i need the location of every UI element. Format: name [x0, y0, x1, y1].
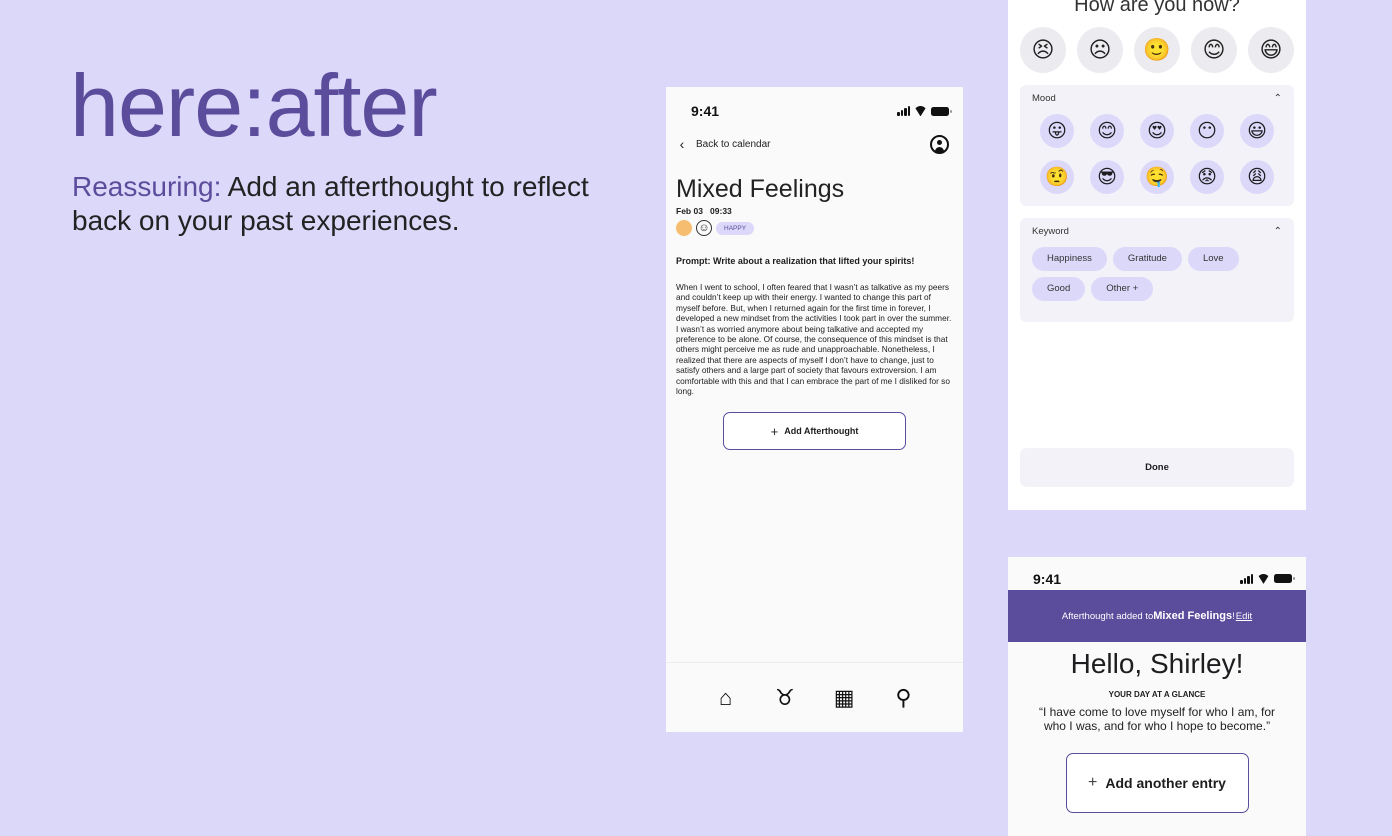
keyword-chips: Happiness Gratitude Love Good Other +	[1032, 247, 1252, 301]
brand-logo: here:after	[70, 56, 438, 155]
face-option[interactable]: ☹	[1077, 27, 1123, 73]
afterthought-banner: Afterthought added to Mixed Feelings ! E…	[1008, 590, 1306, 642]
status-bar: 9:41	[666, 87, 963, 123]
status-time: 9:41	[691, 103, 720, 119]
tagline: Reassuring: Add an afterthought to refle…	[72, 170, 632, 238]
entry-screen: 9:41 ‹ Back to calendar Mixed Feelings F…	[666, 87, 963, 732]
tagline-accent: Reassuring:	[72, 171, 222, 202]
keyword-card: Keyword ⌃ Happiness Gratitude Love Good …	[1020, 218, 1294, 322]
mood-badge: HAPPY	[716, 221, 755, 235]
chevron-left-icon: ‹	[679, 136, 685, 152]
face-option[interactable]: 😄	[1248, 27, 1294, 73]
back-to-calendar-button[interactable]: ‹ Back to calendar	[676, 136, 771, 152]
entry-title: Mixed Feelings	[676, 175, 845, 203]
add-entry-label: Add another entry	[1105, 775, 1226, 791]
keyword-chip[interactable]: Happiness	[1032, 247, 1107, 271]
entry-datetime: Feb 03 09:33	[676, 206, 953, 216]
mood-option[interactable]: 😍	[1140, 114, 1174, 148]
wifi-icon	[914, 106, 927, 116]
tab-bar: ⌂ ♉ ▦ ⚲	[666, 662, 963, 732]
status-icons	[897, 106, 952, 116]
mood-option[interactable]: 😊	[1090, 114, 1124, 148]
face-option[interactable]: 😊	[1191, 27, 1237, 73]
entry-time: 09:33	[710, 206, 732, 216]
keyword-header[interactable]: Keyword ⌃	[1032, 226, 1282, 237]
search-icon[interactable]: ⚲	[888, 685, 918, 711]
nav-bar: ‹ Back to calendar	[666, 123, 963, 157]
mood-grid: 😛 😊 😍 😶 😃 🤨 😎 🤤 😟 😩	[1032, 114, 1282, 194]
banner-prefix: Afterthought added to	[1061, 610, 1154, 622]
face-option[interactable]: 🙂	[1134, 27, 1180, 73]
mood-option[interactable]: 😟	[1190, 160, 1224, 194]
banner-suffix: !	[1232, 610, 1235, 622]
mood-option[interactable]: 😛	[1040, 114, 1074, 148]
mood-header[interactable]: Mood ⌃	[1032, 93, 1282, 104]
mood-option[interactable]: 🤤	[1140, 160, 1174, 194]
keyword-chip[interactable]: Love	[1187, 247, 1239, 271]
mood-label: Mood	[1032, 93, 1056, 104]
done-button[interactable]: Done	[1020, 448, 1294, 487]
add-another-entry-button[interactable]: + Add another entry	[1065, 753, 1249, 813]
home-screen: 9:41 Afterthought added to Mixed Feeling…	[1008, 557, 1306, 836]
banner-entry: Mixed Feelings	[1153, 610, 1233, 622]
keyword-chip-other[interactable]: Other +	[1091, 277, 1154, 301]
face-option[interactable]: 😣	[1020, 27, 1066, 73]
add-afterthought-label: Add Afterthought	[784, 426, 859, 437]
mood-question: How are you now?	[1074, 0, 1240, 16]
quick-face-row: 😣 ☹ 🙂 😊 😄	[1008, 27, 1306, 73]
mood-option[interactable]: 🤨	[1040, 160, 1074, 194]
entry-prompt: Prompt: Write about a realization that l…	[676, 256, 915, 266]
mood-screen: How are you now? 😣 ☹ 🙂 😊 😄 Mood ⌃ 😛 😊 😍 …	[1008, 0, 1306, 510]
glance-heading: YOUR DAY AT A GLANCE	[1108, 690, 1206, 699]
battery-icon	[1274, 574, 1295, 583]
plus-icon: +	[1088, 774, 1098, 791]
profile-icon[interactable]	[930, 134, 949, 154]
lotus-icon[interactable]: ♉	[770, 685, 800, 711]
chevron-up-icon[interactable]: ⌃	[1274, 226, 1282, 237]
color-dot	[676, 220, 692, 236]
mood-option[interactable]: 😶	[1190, 114, 1224, 148]
daily-quote: “I have come to love myself for who I am…	[1038, 705, 1276, 733]
entry-date: Feb 03	[676, 206, 703, 216]
mood-option[interactable]: 😃	[1240, 114, 1274, 148]
mood-option[interactable]: 😎	[1090, 160, 1124, 194]
signal-icon	[1240, 573, 1253, 584]
plus-icon: +	[770, 423, 779, 439]
back-label: Back to calendar	[696, 138, 771, 150]
signal-icon	[897, 106, 910, 116]
battery-icon	[931, 106, 952, 116]
calendar-icon[interactable]: ▦	[829, 685, 859, 711]
edit-link[interactable]: Edit	[1236, 611, 1252, 622]
add-afterthought-button[interactable]: + Add Afterthought	[723, 412, 906, 451]
entry-content: Mixed Feelings Feb 03 09:33 ☺ HAPPY Prom…	[666, 157, 963, 451]
wifi-icon	[1257, 574, 1270, 584]
status-icons	[1240, 573, 1295, 584]
status-bar: 9:41	[1008, 557, 1306, 590]
smile-icon: ☺	[696, 220, 712, 236]
chevron-up-icon[interactable]: ⌃	[1274, 93, 1282, 104]
keyword-chip[interactable]: Good	[1032, 277, 1086, 301]
greeting: Hello, Shirley!	[1070, 648, 1244, 679]
keyword-label: Keyword	[1032, 226, 1069, 237]
mood-card: Mood ⌃ 😛 😊 😍 😶 😃 🤨 😎 🤤 😟 😩	[1020, 85, 1294, 206]
status-time: 9:41	[1033, 570, 1062, 587]
entry-tags: ☺ HAPPY	[676, 220, 953, 236]
home-icon[interactable]: ⌂	[711, 685, 741, 711]
entry-body: When I went to school, I often feared th…	[676, 282, 952, 397]
keyword-chip[interactable]: Gratitude	[1112, 247, 1182, 271]
mood-option[interactable]: 😩	[1240, 160, 1274, 194]
